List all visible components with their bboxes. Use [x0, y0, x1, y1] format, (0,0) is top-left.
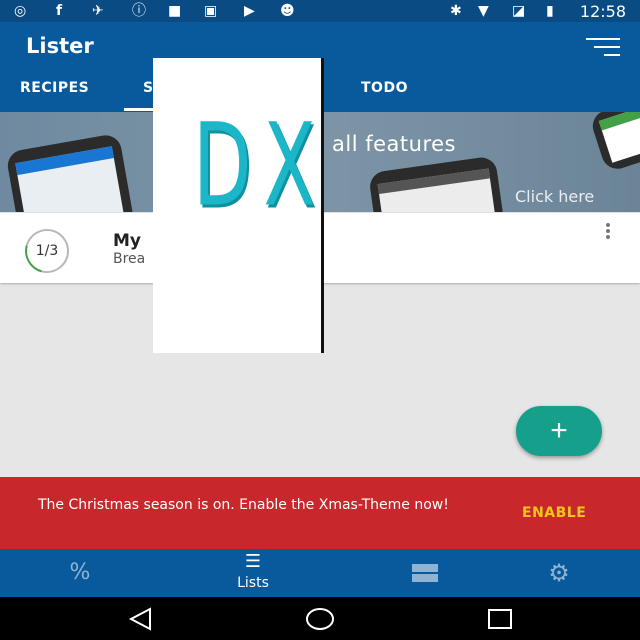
overlay-glyphs: DX — [193, 98, 328, 232]
snackbar: The Christmas season is on. Enable the X… — [0, 477, 640, 549]
list-title: My — [113, 231, 141, 251]
more-vert-icon[interactable] — [604, 223, 612, 241]
tab-recipes[interactable]: RECIPES — [20, 80, 89, 96]
sync-icon: ◎ — [14, 3, 27, 19]
gear-icon: ⚙ — [548, 559, 570, 587]
android-icon: ☻ — [280, 3, 295, 19]
briefcase-icon: ▶ — [244, 3, 255, 19]
tab-shopping[interactable]: S — [143, 80, 154, 96]
percent-icon: % — [69, 560, 91, 585]
nav-lists-label: Lists — [237, 575, 269, 591]
status-time: 12:58 — [579, 2, 626, 21]
recents-icon[interactable] — [486, 607, 514, 631]
snackbar-message: The Christmas season is on. Enable the X… — [38, 497, 449, 513]
tab-todo[interactable]: TODO — [361, 80, 408, 96]
image-icon: ▣ — [204, 3, 218, 19]
status-bar: ◎ f ✈ ⓘ ■ ▣ ▶ ☻ ✱ ▼ ◪ ▮ 12:58 — [0, 0, 640, 22]
battery-icon: ▮ — [546, 3, 554, 19]
add-button[interactable]: + — [516, 406, 602, 456]
facebook-icon: f — [56, 3, 63, 19]
overlay-image: DX — [153, 58, 324, 353]
sort-button[interactable] — [584, 36, 620, 58]
satellite-icon: ✈ — [92, 3, 104, 19]
nav-item-percent[interactable]: % — [40, 549, 120, 597]
sort-icon — [586, 38, 620, 40]
progress-text: 1/3 — [35, 243, 59, 259]
home-icon[interactable] — [305, 606, 335, 632]
back-icon[interactable] — [128, 607, 154, 631]
no-signal-icon: ◪ — [512, 3, 526, 19]
phone-illustration — [368, 155, 506, 212]
lock-icon: ■ — [168, 3, 182, 19]
bluetooth-icon: ✱ — [450, 3, 462, 19]
system-navigation-bar — [0, 597, 640, 640]
info-icon: ⓘ — [132, 3, 146, 19]
phone-illustration — [5, 132, 138, 212]
wifi-icon: ▼ — [478, 3, 489, 19]
banner-text: all features — [332, 132, 456, 156]
nav-item-storage[interactable] — [385, 549, 465, 597]
list-icon: ☰ — [244, 551, 262, 572]
nav-item-lists[interactable]: ☰ Lists — [213, 549, 293, 597]
storage-icon — [412, 564, 438, 582]
enable-button[interactable]: ENABLE — [522, 505, 586, 521]
app-title: Lister — [26, 34, 94, 58]
phone-illustration — [588, 112, 640, 173]
bottom-navigation: % ☰ Lists ⚙ — [0, 549, 640, 597]
list-subtitle: Brea — [113, 251, 146, 267]
banner-click-link[interactable]: Click here — [515, 187, 594, 206]
nav-item-settings[interactable]: ⚙ — [519, 549, 599, 597]
